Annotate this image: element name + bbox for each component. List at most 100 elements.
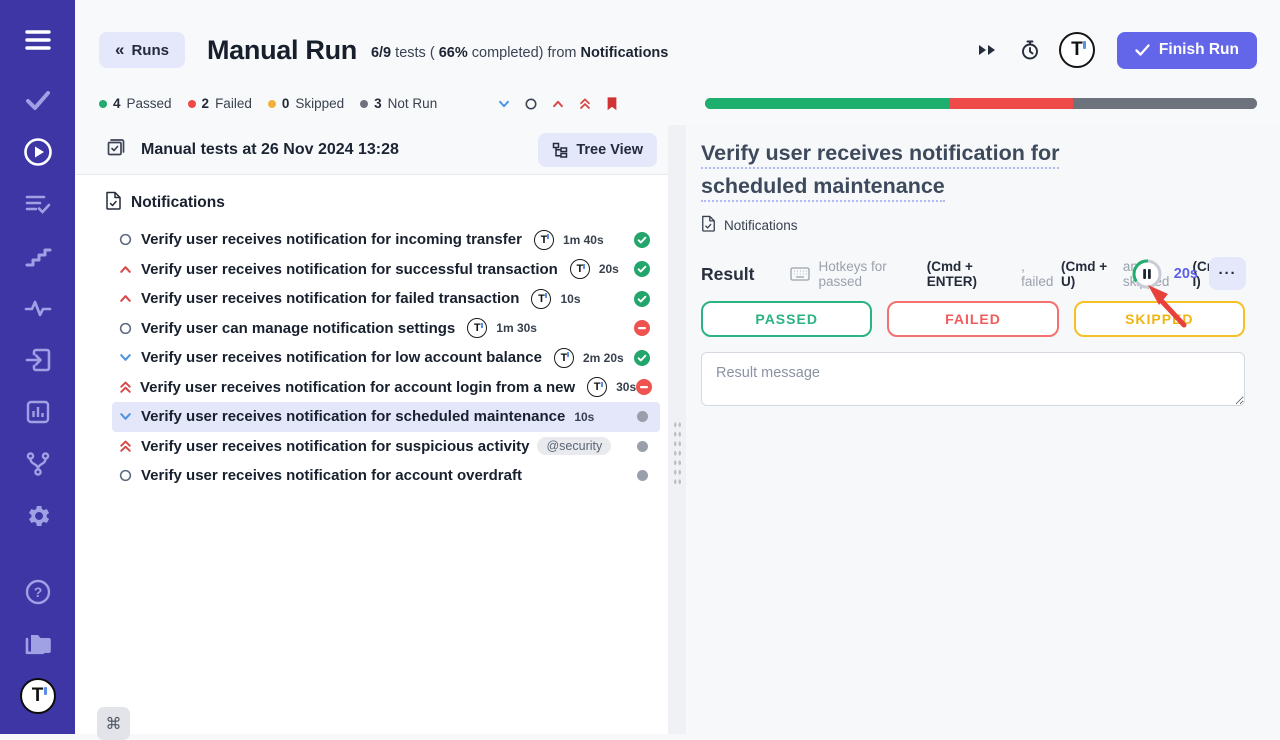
- test-duration: 20s: [599, 262, 619, 276]
- priority-circle-icon: [118, 468, 134, 483]
- run-checklist-icon: [105, 136, 127, 163]
- run-datetime-title: Manual tests at 26 Nov 2024 13:28: [141, 141, 399, 159]
- automated-test-logo-icon: T: [467, 318, 487, 338]
- filter-priority-normal-icon[interactable]: [522, 95, 540, 113]
- run-progress-summary: 6/9 tests ( 66% completed) from Notifica…: [371, 45, 668, 61]
- filter-priority-highest-icon[interactable]: [576, 94, 594, 113]
- import-icon[interactable]: [0, 334, 75, 386]
- topbar: « Runs Manual Run 6/9 tests ( 66% comple…: [75, 0, 1280, 82]
- status-notrun-icon: [637, 411, 648, 422]
- test-title: Verify user receives notification for ac…: [140, 379, 575, 396]
- summary-failed: 2Failed: [188, 96, 252, 111]
- test-title: Verify user receives notification for sc…: [141, 408, 565, 425]
- test-detail-panel: Verify user receives notification for sc…: [686, 125, 1280, 734]
- help-icon[interactable]: ?: [0, 566, 75, 618]
- test-tag[interactable]: @security: [537, 437, 611, 455]
- automated-test-logo-icon: T: [554, 348, 574, 368]
- test-title: Verify user receives notification for lo…: [141, 349, 542, 366]
- status-passed-icon: [634, 261, 650, 277]
- test-row[interactable]: Verify user receives notification for in…: [112, 225, 660, 255]
- automated-test-logo-icon: T: [587, 377, 607, 397]
- status-notrun-icon: [637, 441, 648, 452]
- projects-folder-icon[interactable]: [0, 618, 75, 670]
- progress-passed-segment: [705, 98, 950, 109]
- test-duration: 30s: [616, 380, 636, 394]
- fast-forward-icon[interactable]: [973, 39, 1001, 61]
- more-options-button[interactable]: ···: [1209, 257, 1246, 290]
- status-passed-icon: [634, 291, 650, 307]
- test-row[interactable]: Verify user receives notification for lo…: [112, 343, 660, 373]
- test-list: Verify user receives notification for in…: [75, 225, 668, 491]
- testomat-logo-badge[interactable]: T: [1059, 32, 1095, 68]
- pause-timer-button[interactable]: [1131, 258, 1163, 290]
- result-heading: Result: [701, 264, 754, 285]
- command-shortcuts-button[interactable]: ⌘: [97, 707, 130, 740]
- progress-notrun-segment: [1073, 98, 1257, 109]
- priority-up2-icon: [118, 438, 134, 454]
- svg-text:?: ?: [33, 584, 42, 600]
- elapsed-timer: 20s: [1174, 266, 1198, 282]
- test-duration: 10s: [560, 292, 580, 306]
- page-title: Manual Run: [207, 35, 357, 66]
- suite-header[interactable]: Notifications: [75, 175, 668, 225]
- test-title: Verify user receives notification for fa…: [141, 290, 519, 307]
- back-label: Runs: [131, 42, 169, 59]
- test-list-panel: Manual tests at 26 Nov 2024 13:28 Tree V…: [75, 125, 668, 734]
- automated-test-logo-icon: T: [570, 259, 590, 279]
- summary-skipped: 0Skipped: [268, 96, 344, 111]
- result-message-input[interactable]: [701, 352, 1245, 406]
- stopwatch-icon[interactable]: [1015, 35, 1045, 65]
- play-run-icon[interactable]: [0, 126, 75, 178]
- priority-up2-icon: [118, 379, 133, 395]
- status-failed-icon: [634, 320, 650, 336]
- suite-name: Notifications: [131, 194, 225, 212]
- panel-resize-handle[interactable]: [668, 125, 686, 734]
- drag-grip-icon: [673, 420, 681, 488]
- detail-breadcrumb[interactable]: Notifications: [701, 215, 1245, 235]
- priority-up-icon: [118, 262, 134, 277]
- keyboard-icon: [790, 267, 810, 281]
- pulse-icon[interactable]: [0, 282, 75, 334]
- suite-file-icon: [105, 191, 122, 215]
- priority-circle-icon: [118, 321, 134, 336]
- test-row[interactable]: Verify user receives notification for su…: [112, 432, 660, 462]
- test-row[interactable]: Verify user receives notification for ac…: [112, 461, 660, 491]
- test-duration: 1m 40s: [563, 233, 604, 247]
- skipped-button[interactable]: SKIPPED: [1074, 301, 1245, 337]
- test-row[interactable]: Verify user receives notification for ac…: [112, 373, 660, 403]
- test-row[interactable]: Verify user receives notification for sc…: [112, 402, 660, 432]
- test-title: Verify user can manage notification sett…: [141, 320, 455, 337]
- branch-icon[interactable]: [0, 438, 75, 490]
- priority-up-icon: [118, 291, 134, 306]
- priority-circle-icon: [118, 232, 134, 247]
- filter-priority-low-icon[interactable]: [495, 95, 513, 113]
- summary-notrun: 3Not Run: [360, 96, 437, 111]
- passed-button[interactable]: PASSED: [701, 301, 872, 337]
- test-title: Verify user receives notification for in…: [141, 231, 522, 248]
- menu-icon[interactable]: [0, 14, 75, 66]
- list-check-icon[interactable]: [0, 178, 75, 230]
- finish-run-button[interactable]: Finish Run: [1117, 32, 1257, 69]
- test-row[interactable]: Verify user receives notification for fa…: [112, 284, 660, 314]
- test-row[interactable]: Verify user can manage notification sett…: [112, 314, 660, 344]
- steps-icon[interactable]: [0, 230, 75, 282]
- test-duration: 10s: [574, 410, 594, 424]
- status-passed-icon: [634, 350, 650, 366]
- failed-button[interactable]: FAILED: [887, 301, 1058, 337]
- filter-priority-high-icon[interactable]: [549, 95, 567, 113]
- priority-down-icon: [118, 409, 134, 424]
- priority-down-icon: [118, 350, 134, 365]
- test-detail-title[interactable]: Verify user receives notification for sc…: [701, 137, 1153, 203]
- check-icon[interactable]: [0, 74, 75, 126]
- testomat-logo[interactable]: T: [0, 670, 75, 722]
- progress-failed-segment: [950, 98, 1072, 109]
- automated-test-logo-icon: T: [531, 289, 551, 309]
- back-to-runs-button[interactable]: « Runs: [99, 32, 185, 68]
- settings-gear-icon[interactable]: [0, 490, 75, 542]
- tree-view-button[interactable]: Tree View: [538, 133, 657, 167]
- analytics-icon[interactable]: [0, 386, 75, 438]
- filter-bookmark-icon[interactable]: [603, 93, 621, 114]
- run-progress-bar: [705, 98, 1257, 109]
- test-row[interactable]: Verify user receives notification for su…: [112, 255, 660, 285]
- summary-passed: 4Passed: [99, 96, 172, 111]
